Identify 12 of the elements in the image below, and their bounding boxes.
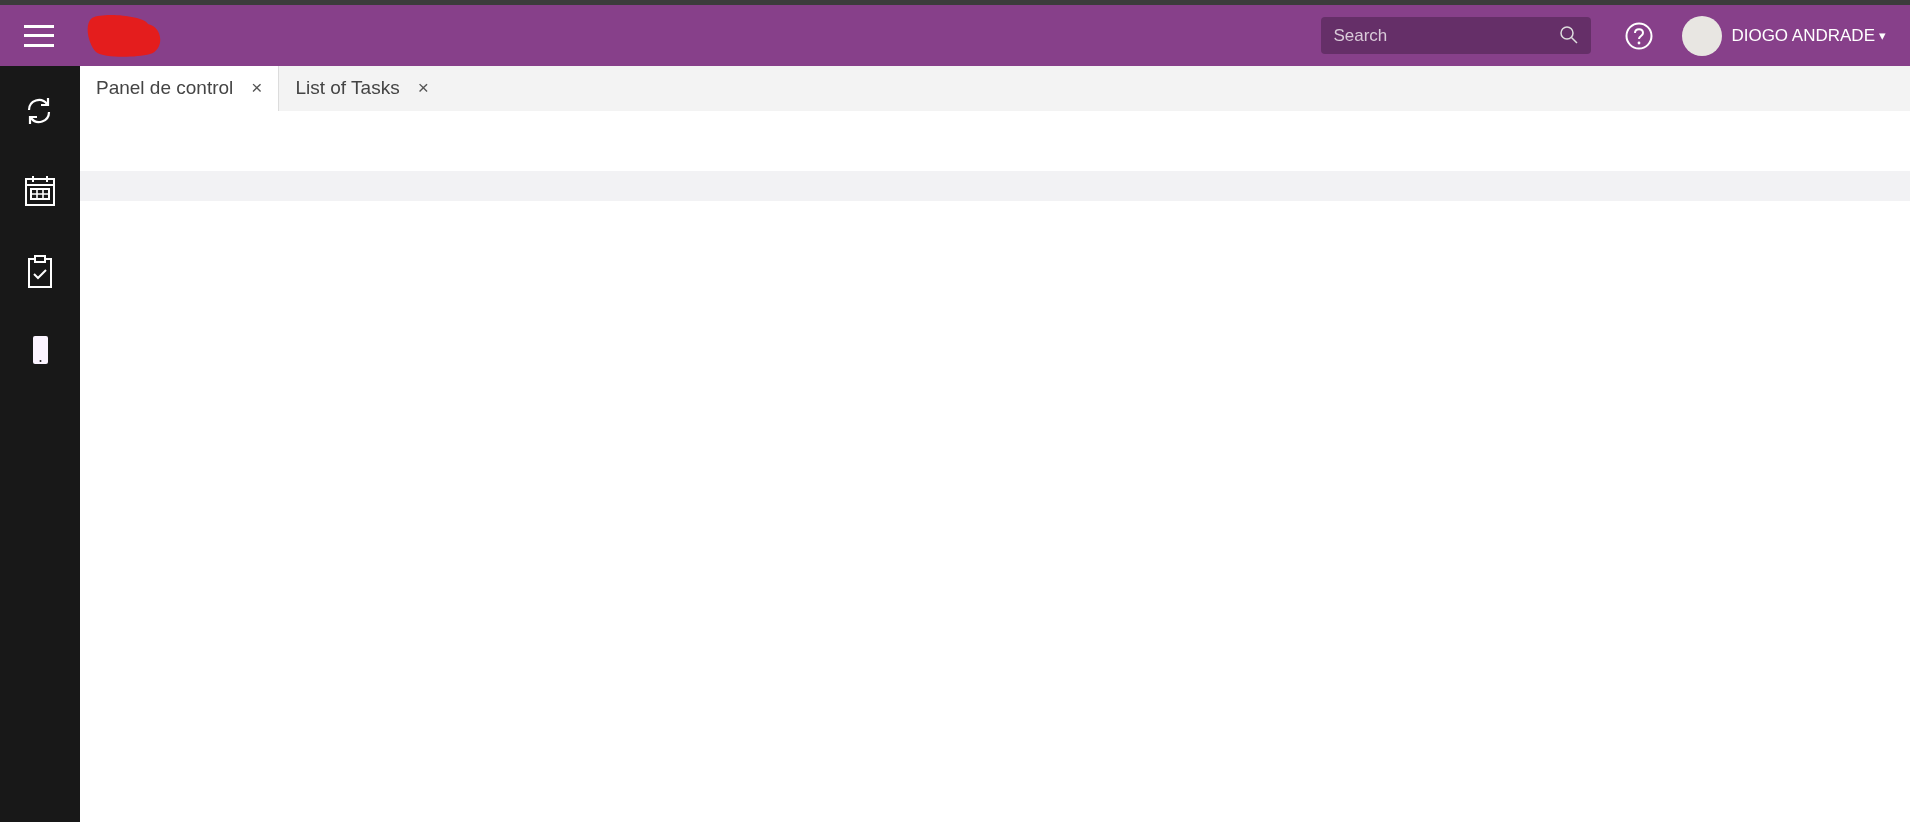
calendar-icon[interactable] [23,174,57,208]
tab-label: Panel de control [96,76,234,101]
help-icon[interactable] [1625,21,1654,50]
tab[interactable]: Panel de control × [80,66,280,111]
close-button[interactable]: × [417,74,429,103]
menu-icon[interactable] [24,24,54,47]
search-icon[interactable] [1559,25,1580,45]
avatar[interactable] [1682,15,1723,56]
user-menu[interactable]: DIOGO ANDRADE ▾ [1731,22,1886,49]
tab-label: List of Tasks [295,76,400,101]
search-field[interactable]: Search [1321,17,1592,54]
close-button[interactable]: × [251,74,263,103]
